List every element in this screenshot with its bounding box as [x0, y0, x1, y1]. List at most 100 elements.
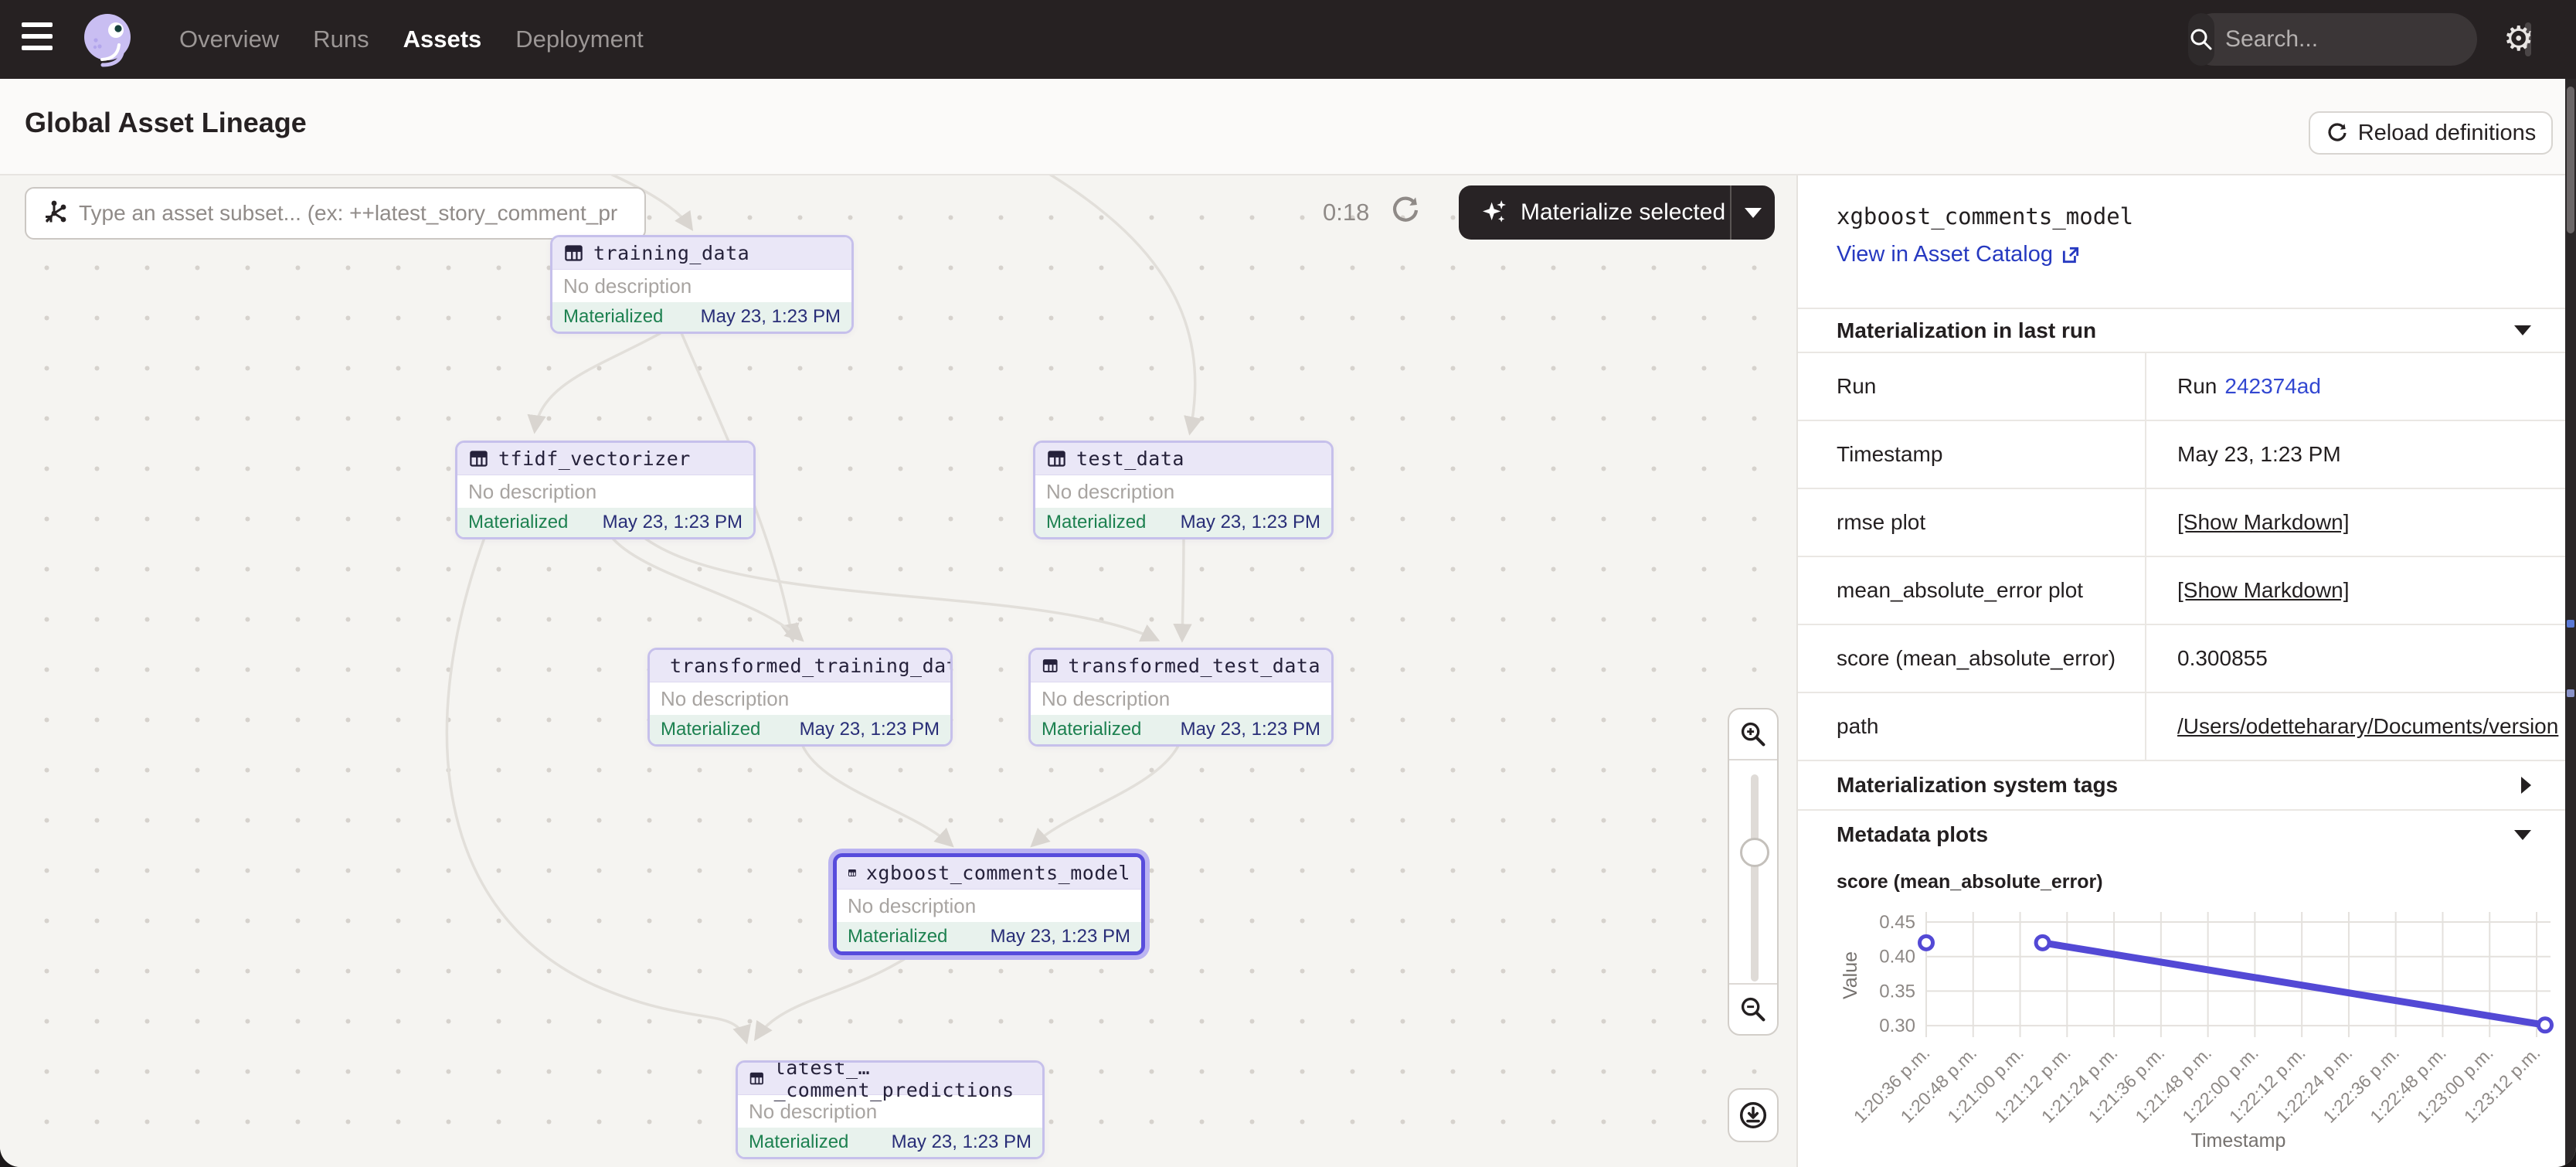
refresh-icon[interactable] [1389, 194, 1422, 230]
search-icon [2188, 13, 2214, 66]
dagster-app-window: Overview Runs Assets Deployment / ⚙ Glob… [0, 0, 2576, 1167]
asset-name: transformed_test_data [1068, 655, 1320, 677]
nav-tab-deployment[interactable]: Deployment [515, 26, 643, 53]
metadata-table: Run Run 242374ad Timestamp May 23, 1:23 … [1798, 352, 2565, 760]
status-badge: Materialized [749, 1131, 848, 1153]
asset-node-transformed-training-data[interactable]: transformed_training_data No description… [647, 648, 953, 747]
scrollbar-mark [2567, 620, 2574, 628]
asset-name: test_data [1076, 447, 1184, 470]
asset-description: No description [837, 890, 1141, 922]
node-footer: Materialized May 23, 1:23 PM [457, 508, 753, 537]
node-header: xgboost_comments_model [837, 857, 1141, 890]
section-metadata-plots[interactable]: Metadata plots [1798, 809, 2565, 859]
table-icon [563, 243, 584, 264]
node-header: latest_…_comment_predictions [738, 1063, 1042, 1095]
hamburger-menu-icon[interactable] [22, 22, 53, 56]
zoom-out-button[interactable] [1729, 985, 1777, 1034]
node-footer: Materialized May 23, 1:23 PM [837, 922, 1141, 951]
search-input[interactable] [2214, 26, 2525, 53]
nav-tab-assets[interactable]: Assets [403, 26, 482, 53]
zoom-in-icon [1738, 720, 1768, 749]
materialize-dropdown-caret[interactable] [1731, 208, 1775, 218]
reload-icon [2326, 121, 2349, 145]
materialization-date: May 23, 1:23 PM [991, 926, 1130, 948]
sparkle-icon [1479, 197, 1510, 228]
reload-definitions-button[interactable]: Reload definitions [2309, 111, 2553, 155]
svg-text:0.30: 0.30 [1879, 1016, 1915, 1036]
nav-tab-overview[interactable]: Overview [179, 26, 279, 53]
download-graph-button[interactable] [1728, 1088, 1779, 1142]
table-icon [1046, 448, 1067, 469]
window-scrollbar[interactable] [2565, 79, 2576, 1167]
asset-name: xgboost_comments_model [866, 862, 1130, 884]
score-line-chart: 0.300.350.400.451:20:36 p.m.1:20:48 p.m.… [1816, 898, 2565, 1167]
materialize-selected-button[interactable]: Materialize selected [1459, 185, 1775, 240]
top-nav-bar: Overview Runs Assets Deployment / ⚙ [0, 0, 2576, 79]
asset-description: No description [552, 270, 851, 302]
asset-lineage-graph[interactable]: 0:18 Materialize selected training_data [0, 175, 1796, 1167]
materialization-date: May 23, 1:23 PM [892, 1131, 1031, 1153]
node-header: transformed_test_data [1031, 650, 1331, 682]
node-footer: Materialized May 23, 1:23 PM [1035, 508, 1331, 537]
scrollbar-mark [2567, 689, 2574, 697]
chevron-right-icon [2521, 777, 2531, 794]
asset-subset-filter[interactable] [25, 187, 646, 240]
node-footer: Materialized May 23, 1:23 PM [738, 1128, 1042, 1157]
selected-asset-title: xgboost_comments_model [1837, 203, 2531, 230]
section-materialization-last-run[interactable]: Materialization in last run [1798, 308, 2565, 352]
node-footer: Materialized May 23, 1:23 PM [650, 715, 950, 744]
materialize-label: Materialize selected [1521, 199, 1725, 226]
show-markdown-link[interactable]: [Show Markdown] [2177, 578, 2350, 603]
table-row-mae-plot: mean_absolute_error plot [Show Markdown] [1798, 556, 2565, 624]
asset-node-training-data[interactable]: training_data No description Materialize… [550, 235, 854, 334]
page-header: Global Asset Lineage Reload definitions [0, 79, 2576, 175]
zoom-slider-track[interactable] [1751, 774, 1759, 982]
materialization-date: May 23, 1:23 PM [701, 306, 841, 328]
asset-node-transformed-test-data[interactable]: transformed_test_data No description Mat… [1028, 648, 1334, 747]
zoom-controls [1728, 708, 1779, 1036]
chevron-down-icon [2514, 325, 2531, 335]
asset-description: No description [457, 475, 753, 508]
asset-node-tfidf-vectorizer[interactable]: tfidf_vectorizer No description Material… [455, 441, 756, 539]
asset-description: No description [1035, 475, 1331, 508]
page-title: Global Asset Lineage [25, 107, 307, 139]
svg-text:0.45: 0.45 [1879, 912, 1915, 933]
asset-name: training_data [593, 242, 749, 264]
node-header: test_data [1035, 443, 1331, 475]
status-badge: Materialized [848, 926, 947, 948]
nav-tab-runs[interactable]: Runs [313, 26, 369, 53]
download-icon [1738, 1100, 1769, 1131]
dagster-octopus-icon [79, 11, 136, 68]
section-materialization-system-tags[interactable]: Materialization system tags [1798, 760, 2565, 809]
path-link[interactable]: /Users/odetteharary/Documents/version [2177, 714, 2558, 739]
status-badge: Materialized [661, 719, 760, 740]
zoom-out-icon [1738, 995, 1768, 1024]
status-badge: Materialized [1042, 719, 1141, 740]
zoom-in-button[interactable] [1729, 709, 1777, 759]
node-footer: Materialized May 23, 1:23 PM [1031, 715, 1331, 744]
settings-gear-icon[interactable]: ⚙ [2503, 19, 2534, 60]
table-icon [848, 862, 857, 883]
dagster-logo[interactable] [79, 11, 136, 68]
global-search[interactable]: / [2188, 13, 2477, 66]
node-header: transformed_training_data [650, 650, 950, 682]
view-in-asset-catalog-link[interactable]: View in Asset Catalog [1837, 242, 2531, 267]
scrollbar-thumb[interactable] [2567, 87, 2574, 233]
asset-node-latest-comment-predictions[interactable]: latest_…_comment_predictions No descript… [736, 1060, 1045, 1159]
chevron-down-icon [2514, 830, 2531, 840]
run-id-link[interactable]: 242374ad [2224, 374, 2321, 399]
materialization-date: May 23, 1:23 PM [1181, 719, 1320, 740]
asset-node-xgboost-comments-model[interactable]: xgboost_comments_model No description Ma… [833, 853, 1145, 955]
main-nav-tabs: Overview Runs Assets Deployment [179, 0, 644, 79]
svg-text:0.40: 0.40 [1879, 947, 1915, 968]
panel-header: xgboost_comments_model View in Asset Cat… [1798, 175, 2565, 308]
asset-subset-input[interactable] [68, 200, 644, 226]
svg-text:Value: Value [1840, 951, 1861, 999]
asset-details-panel: xgboost_comments_model View in Asset Cat… [1796, 175, 2565, 1167]
zoom-slider-handle[interactable] [1740, 838, 1769, 867]
show-markdown-link[interactable]: [Show Markdown] [2177, 510, 2350, 535]
asset-name: transformed_training_data [670, 655, 953, 677]
asset-node-test-data[interactable]: test_data No description Materialized Ma… [1033, 441, 1334, 539]
asset-graph-filter-icon [40, 199, 68, 227]
asset-name: tfidf_vectorizer [498, 447, 691, 470]
